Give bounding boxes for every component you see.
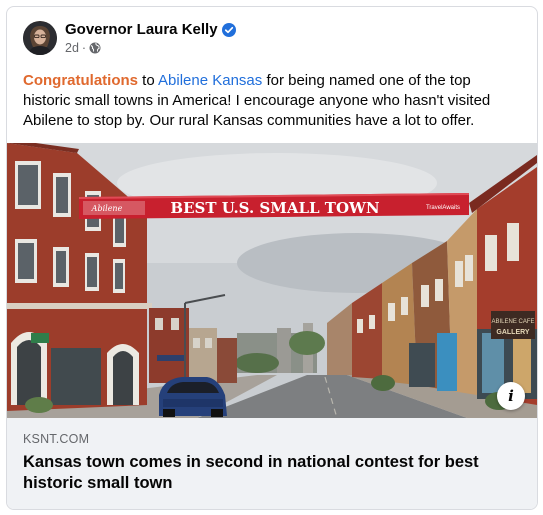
globe-icon	[89, 42, 101, 54]
link-domain: KSNT.COM	[23, 432, 90, 446]
street-scene-image: ABILENE CAFE GALLERY Abilene BEST U.S. S…	[7, 143, 537, 418]
link-title[interactable]: Kansas town comes in second in national …	[23, 452, 493, 494]
info-icon[interactable]: i	[497, 382, 525, 410]
post-text-tag-link[interactable]: Abilene Kansas	[158, 72, 262, 89]
author-avatar[interactable]	[23, 21, 57, 55]
post-text-part1: to	[138, 72, 159, 89]
meta-separator: ·	[81, 41, 87, 55]
banner-left-text: Abilene	[91, 204, 123, 213]
sign-gallery: GALLERY	[496, 329, 530, 336]
author-row: Governor Laura Kelly	[65, 21, 236, 38]
banner-text: BEST U.S. SMALL TOWN	[170, 199, 379, 217]
post-text: Congratulations to Abilene Kansas for be…	[23, 71, 519, 131]
sign-cafe: ABILENE CAFE	[491, 319, 534, 325]
post-timestamp[interactable]: 2d	[65, 41, 79, 55]
facebook-post-card: Governor Laura Kelly 2d · Congratulation…	[6, 6, 538, 510]
post-text-highlight: Congratulations	[23, 72, 138, 89]
author-name[interactable]: Governor Laura Kelly	[65, 21, 218, 38]
banner-right-text: TravelAwaits	[426, 205, 460, 211]
verified-badge-icon	[221, 22, 236, 37]
post-meta: 2d ·	[65, 41, 101, 55]
post-photo[interactable]: ABILENE CAFE GALLERY Abilene BEST U.S. S…	[7, 143, 537, 418]
post-header: Governor Laura Kelly 2d ·	[23, 19, 513, 59]
link-preview[interactable]: KSNT.COM Kansas town comes in second in …	[7, 418, 537, 509]
